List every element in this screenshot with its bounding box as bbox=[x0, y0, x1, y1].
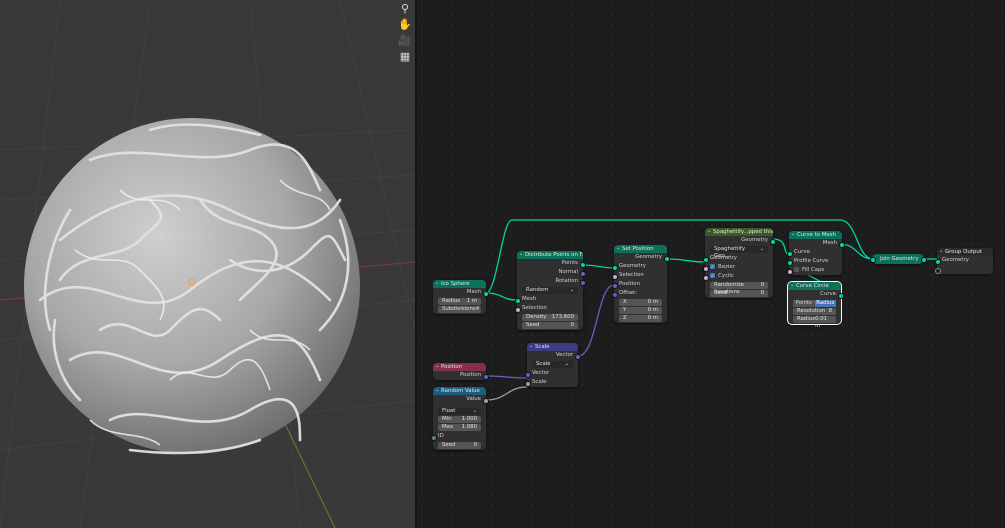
node-position[interactable]: Position Position bbox=[433, 363, 489, 380]
node-header[interactable]: Group Output bbox=[937, 248, 993, 256]
field-seed[interactable]: Seed 0 bbox=[438, 442, 481, 449]
dropdown-vector-operation[interactable]: Scale bbox=[532, 361, 573, 368]
node-header[interactable]: Spaghettify...pped this bbox=[705, 228, 773, 236]
viewport-navigation: ⚲ ✋ 🎥 ▦ bbox=[397, 2, 413, 66]
node-header[interactable]: Curve Circle bbox=[788, 282, 841, 290]
field-offset-x[interactable]: X0 m bbox=[619, 299, 662, 306]
dropdown-data-type[interactable]: Float bbox=[438, 408, 481, 415]
field-offset-z[interactable]: Z0 m bbox=[619, 315, 662, 322]
node-join-geometry[interactable]: Join Geometry bbox=[869, 254, 927, 264]
mode-points[interactable]: Points bbox=[793, 300, 815, 307]
viewport-grid bbox=[0, 0, 415, 528]
field-radius[interactable]: Radius 1 m bbox=[438, 298, 481, 305]
node-group-output[interactable]: Group Output Geometry bbox=[934, 248, 993, 274]
dropdown-node-group[interactable]: Spaghettify Geo... bbox=[710, 246, 768, 259]
checkbox-fill-caps[interactable]: Fill Caps bbox=[786, 266, 842, 275]
mode-toggle[interactable]: Points Radius bbox=[793, 300, 836, 307]
checkbox-cyclic[interactable]: ✓ Cyclic bbox=[702, 272, 773, 281]
field-randomize-iterations[interactable]: Randomize Iterations 0 bbox=[710, 282, 768, 295]
node-header[interactable]: Position bbox=[433, 363, 486, 371]
field-radius[interactable]: Radius 0.01 m bbox=[793, 316, 836, 329]
field-seed[interactable]: Seed 0 bbox=[522, 322, 578, 329]
node-header[interactable]: Ico Sphere bbox=[433, 280, 486, 288]
hand-icon[interactable]: ✋ bbox=[397, 18, 413, 32]
socket-mesh-out: Mesh bbox=[433, 288, 489, 297]
3d-viewport[interactable]: ⚲ ✋ 🎥 ▦ bbox=[0, 0, 415, 528]
node-vector-scale[interactable]: Scale Vector Scale Vector Scale bbox=[524, 343, 581, 387]
field-offset-y[interactable]: Y0 m bbox=[619, 307, 662, 314]
node-curve-circle[interactable]: Curve Circle Curve PointsRadius Resoluti… bbox=[787, 281, 844, 329]
checkbox-icon[interactable] bbox=[794, 267, 799, 272]
checkbox-bezier[interactable]: ✓ Bezier bbox=[702, 263, 773, 272]
node-set-position[interactable]: Set Position Geometry Geometry Selection… bbox=[611, 245, 670, 323]
node-spaghettify-group[interactable]: Spaghettify...pped this Geometry Spaghet… bbox=[702, 228, 776, 298]
camera-icon[interactable]: 🎥 bbox=[397, 34, 413, 48]
node-curve-to-mesh[interactable]: Curve to Mesh Mesh Curve Profile Curve F… bbox=[786, 231, 845, 275]
node-header[interactable]: Scale bbox=[527, 343, 578, 351]
node-header[interactable]: Curve to Mesh bbox=[789, 231, 842, 239]
node-ico-sphere[interactable]: Ico Sphere Mesh Radius1 m Subdivisions4 bbox=[433, 280, 489, 314]
grid-icon[interactable]: ▦ bbox=[397, 50, 413, 64]
field-subdivisions[interactable]: Subdivisions 4 bbox=[438, 306, 481, 313]
checkbox-icon[interactable]: ✓ bbox=[710, 264, 715, 269]
field-density[interactable]: Density 173.600 bbox=[522, 314, 578, 321]
node-header[interactable]: Random Value bbox=[433, 387, 486, 395]
field-resolution[interactable]: Resolution 8 bbox=[793, 308, 836, 315]
geometry-node-editor[interactable]: Ico Sphere Mesh Radius1 m Subdivisions4 … bbox=[417, 0, 1005, 528]
field-min[interactable]: Min 1.000 bbox=[438, 416, 481, 423]
node-header[interactable]: Distribute Points on Faces bbox=[517, 251, 583, 259]
checkbox-icon[interactable]: ✓ bbox=[710, 273, 715, 278]
node-header[interactable]: Set Position bbox=[614, 245, 667, 253]
mode-radius[interactable]: Radius bbox=[814, 300, 836, 307]
dropdown-distribute-method[interactable]: Random bbox=[522, 287, 578, 294]
node-random-value[interactable]: Random Value Value Float Min1.000 Max1.0… bbox=[430, 387, 489, 450]
zoom-icon[interactable]: ⚲ bbox=[397, 2, 413, 16]
node-distribute-points[interactable]: Distribute Points on Faces Points Normal… bbox=[514, 251, 586, 330]
field-max[interactable]: Max 1.080 bbox=[438, 424, 481, 431]
